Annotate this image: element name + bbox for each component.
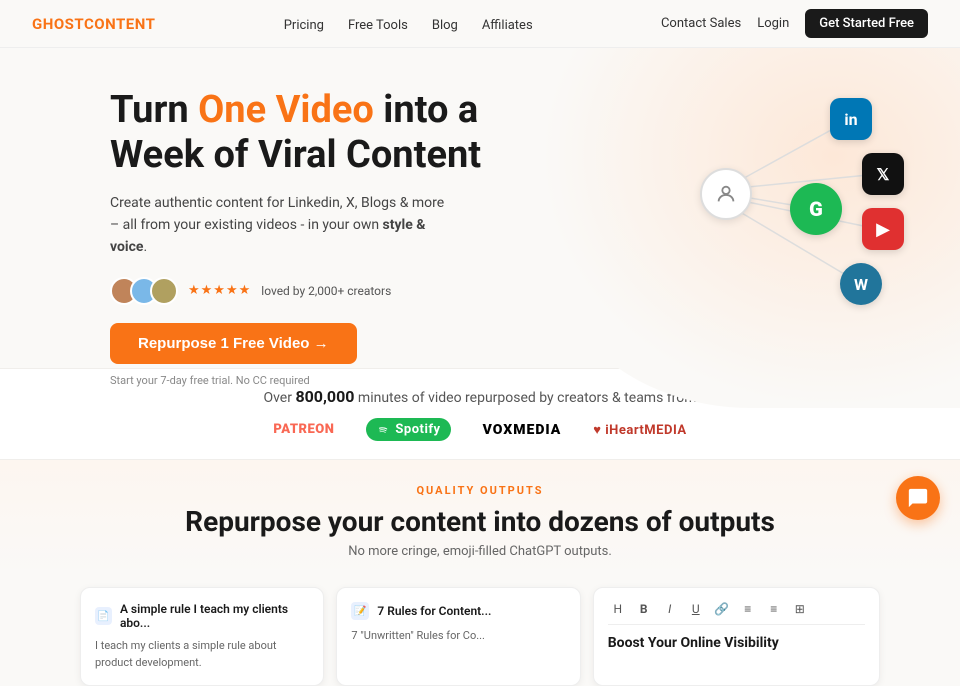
- nav-affiliates[interactable]: Affiliates: [482, 18, 533, 33]
- node-center: [700, 168, 752, 220]
- hero-subtitle: Create authentic content for Linkedin, X…: [110, 192, 450, 259]
- cards-section: 📄 A simple rule I teach my clients abo..…: [0, 575, 960, 686]
- stats-suffix: minutes of video repurposed by creators …: [354, 390, 696, 406]
- tool-i[interactable]: I: [660, 602, 680, 616]
- avatar-3: [150, 277, 178, 305]
- network-graphic: G in 𝕏 ▶ W: [600, 78, 920, 358]
- hero-title-start: Turn: [110, 88, 198, 132]
- card-1: 📄 A simple rule I teach my clients abo..…: [80, 587, 324, 686]
- card-1-title: A simple rule I teach my clients abo...: [120, 602, 309, 630]
- star-rating: ★★★★★: [188, 283, 251, 298]
- nav-free-tools[interactable]: Free Tools: [348, 18, 408, 33]
- card-1-icon: 📄: [95, 607, 112, 625]
- node-youtube: ▶: [862, 208, 904, 250]
- hero-left: Turn One Video into a Week of Viral Cont…: [110, 88, 570, 368]
- social-proof: ★★★★★ loved by 2,000+ creators: [110, 277, 570, 305]
- brand-voxmedia: VOXMEDIA: [483, 422, 562, 438]
- stats-prefix: Over: [263, 390, 295, 406]
- editor-title: Boost Your Online Visibility: [608, 635, 865, 651]
- quality-label: QUALITY OUTPUTS: [80, 484, 880, 497]
- card-2-header: 📝 7 Rules for Content...: [351, 602, 565, 620]
- quality-section: QUALITY OUTPUTS Repurpose your content i…: [0, 460, 960, 575]
- stats-number: 800,000: [295, 387, 354, 406]
- navbar-right: Contact Sales Login Get Started Free: [661, 9, 928, 38]
- node-grammarly: G: [790, 183, 842, 235]
- brand-logos: PATREON Spotify VOXMEDIA ♥ iHeartMEDIA: [80, 418, 880, 441]
- hero-title-highlight: One Video: [198, 88, 374, 132]
- tool-b[interactable]: B: [634, 602, 654, 616]
- card-1-content: I teach my clients a simple rule about p…: [95, 638, 309, 671]
- tool-list[interactable]: ≡: [738, 602, 758, 616]
- card-2-content: 7 "Unwritten" Rules for Co...: [351, 628, 565, 645]
- nav-pricing[interactable]: Pricing: [284, 18, 324, 33]
- logo-ghost: GHOST: [32, 15, 84, 33]
- login-link[interactable]: Login: [757, 16, 789, 31]
- tool-u[interactable]: U: [686, 602, 706, 616]
- logo[interactable]: GHOSTCONTENT: [32, 15, 155, 33]
- navbar: GHOSTCONTENT Pricing Free Tools Blog Aff…: [0, 0, 960, 48]
- brand-spotify: Spotify: [366, 418, 450, 441]
- hero-right: G in 𝕏 ▶ W: [570, 88, 880, 368]
- brand-iheartmedia: ♥ iHeartMEDIA: [593, 422, 686, 438]
- quality-title: Repurpose your content into dozens of ou…: [80, 505, 880, 538]
- nav-links: Pricing Free Tools Blog Affiliates: [284, 14, 533, 33]
- editor-card: H B I U 🔗 ≡ ≡ ⊞ Boost Your Online Visibi…: [593, 587, 880, 686]
- hero-section: Turn One Video into a Week of Viral Cont…: [0, 48, 960, 368]
- tool-h[interactable]: H: [608, 602, 628, 616]
- repurpose-cta-button[interactable]: Repurpose 1 Free Video →: [110, 323, 357, 364]
- chat-button[interactable]: [896, 476, 940, 520]
- card-2-title: 7 Rules for Content...: [377, 604, 491, 618]
- get-started-button[interactable]: Get Started Free: [805, 9, 928, 38]
- tool-olist[interactable]: ≡: [764, 602, 784, 616]
- tool-link[interactable]: 🔗: [712, 602, 732, 616]
- hero-title: Turn One Video into a Week of Viral Cont…: [110, 88, 570, 178]
- card-1-header: 📄 A simple rule I teach my clients abo..…: [95, 602, 309, 630]
- card-2-icon: 📝: [351, 602, 369, 620]
- contact-sales-link[interactable]: Contact Sales: [661, 16, 741, 31]
- node-twitter: 𝕏: [862, 153, 904, 195]
- node-linkedin: in: [830, 98, 872, 140]
- editor-toolbar: H B I U 🔗 ≡ ≡ ⊞: [608, 602, 865, 625]
- quality-subtitle: No more cringe, emoji-filled ChatGPT out…: [80, 544, 880, 559]
- logo-content: CONTENT: [84, 15, 155, 33]
- trial-text: Start your 7-day free trial. No CC requi…: [110, 374, 570, 387]
- social-proof-text: loved by 2,000+ creators: [261, 284, 391, 298]
- avatar-group: [110, 277, 178, 305]
- nav-blog[interactable]: Blog: [432, 18, 458, 33]
- tool-grid[interactable]: ⊞: [790, 602, 810, 616]
- brand-patreon: PATREON: [273, 422, 334, 437]
- card-2: 📝 7 Rules for Content... 7 "Unwritten" R…: [336, 587, 580, 686]
- node-wordpress: W: [840, 263, 882, 305]
